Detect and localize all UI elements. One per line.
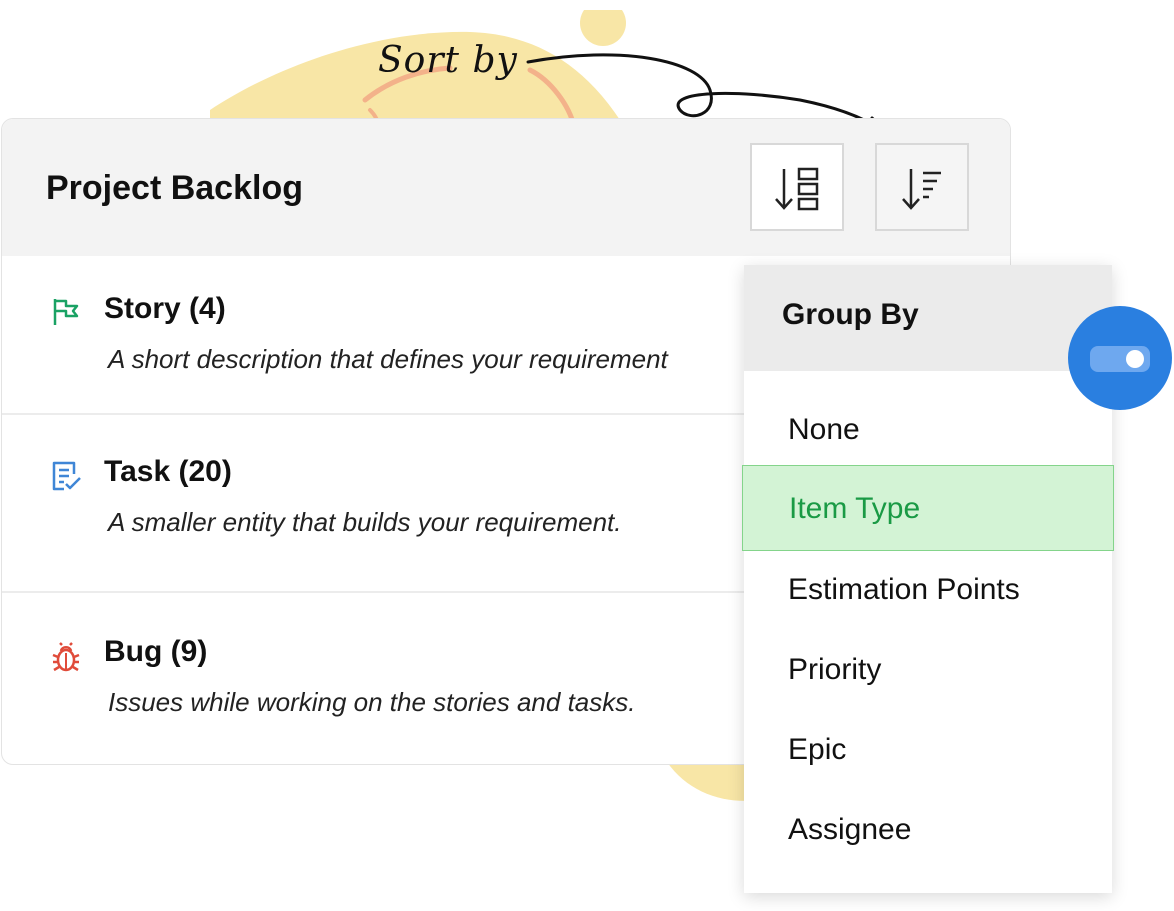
sort-icon [902,169,941,210]
option-priority[interactable]: Priority [744,630,1112,710]
dropdown-header: Group By [744,265,1112,371]
flag-icon [53,299,79,325]
sort-button[interactable] [875,143,969,231]
group-by-icon [775,167,819,211]
bug-icon [52,642,80,672]
option-none[interactable]: None [744,390,1112,470]
item-description: Issues while working on the stories and … [108,687,636,717]
page-title: Project Backlog [46,169,303,207]
item-title: Task (20) [104,455,232,488]
toggle-knob [1126,350,1144,368]
group-by-button[interactable] [750,143,844,231]
task-checklist-icon [52,461,81,491]
option-item-type[interactable]: Item Type [742,465,1114,551]
item-description: A short description that defines your re… [108,344,668,374]
item-description: A smaller entity that builds your requir… [108,507,622,537]
item-title: Bug (9) [104,635,208,668]
sort-by-annotation: Sort by [378,40,518,81]
card-header: Project Backlog [2,119,1010,256]
toggle-track [1090,346,1150,372]
item-title: Story (4) [104,292,226,325]
option-estimation-points[interactable]: Estimation Points [744,550,1112,630]
group-by-dropdown: Group By None Item Type Estimation Point… [742,265,1114,893]
toggle-switch[interactable] [1068,306,1172,410]
option-epic[interactable]: Epic [744,710,1112,790]
dropdown-title: Group By [782,298,919,331]
option-assignee[interactable]: Assignee [744,790,1112,870]
